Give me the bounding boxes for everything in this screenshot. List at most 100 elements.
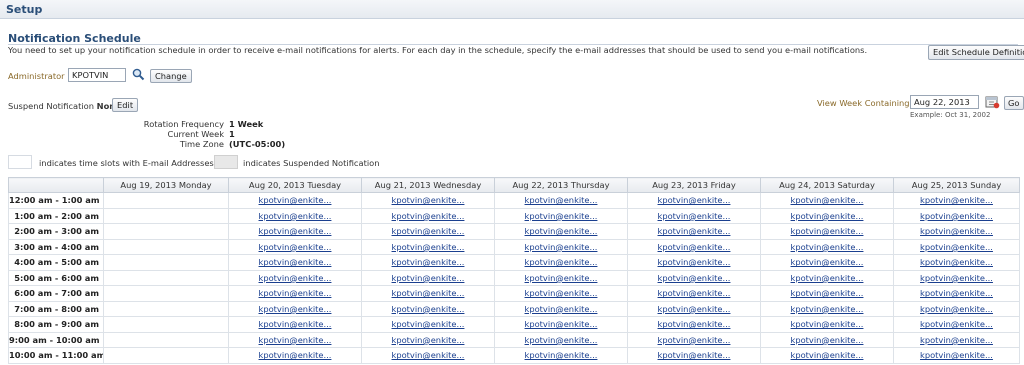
email-link[interactable]: kpotvin@enkite... <box>525 273 598 283</box>
email-link[interactable]: kpotvin@enkite... <box>658 350 731 360</box>
schedule-cell: kpotvin@enkite... <box>494 238 628 255</box>
email-link[interactable]: kpotvin@enkite... <box>259 226 332 236</box>
rotation-frequency-value: 1 Week <box>229 119 264 129</box>
email-link[interactable]: kpotvin@enkite... <box>920 273 993 283</box>
email-link[interactable]: kpotvin@enkite... <box>525 335 598 345</box>
schedule-cell: kpotvin@enkite... <box>361 192 495 209</box>
schedule-cell: kpotvin@enkite... <box>228 300 362 317</box>
view-week-date-input[interactable]: Aug 22, 2013 <box>910 95 979 109</box>
schedule-cell: kpotvin@enkite... <box>760 331 894 348</box>
email-link[interactable]: kpotvin@enkite... <box>920 195 993 205</box>
email-link[interactable]: kpotvin@enkite... <box>791 257 864 267</box>
change-button[interactable]: Change <box>150 69 192 83</box>
email-link[interactable]: kpotvin@enkite... <box>525 350 598 360</box>
schedule-cell: kpotvin@enkite... <box>494 207 628 224</box>
email-link[interactable]: kpotvin@enkite... <box>392 288 465 298</box>
email-link[interactable]: kpotvin@enkite... <box>920 211 993 221</box>
schedule-cell: kpotvin@enkite... <box>627 300 761 317</box>
email-link[interactable]: kpotvin@enkite... <box>920 288 993 298</box>
email-link[interactable]: kpotvin@enkite... <box>525 211 598 221</box>
email-link[interactable]: kpotvin@enkite... <box>791 288 864 298</box>
email-link[interactable]: kpotvin@enkite... <box>791 242 864 252</box>
table-row: 3:00 am - 4:00 am kpotvin@enkite... kpotvi… <box>8 238 1020 255</box>
schedule-cell: kpotvin@enkite... <box>494 269 628 286</box>
schedule-cell: kpotvin@enkite... <box>228 347 362 364</box>
schedule-cell: kpotvin@enkite... <box>760 285 894 302</box>
email-link[interactable]: kpotvin@enkite... <box>920 226 993 236</box>
email-link[interactable]: kpotvin@enkite... <box>525 257 598 267</box>
email-link[interactable]: kpotvin@enkite... <box>658 195 731 205</box>
email-link[interactable]: kpotvin@enkite... <box>525 242 598 252</box>
calendar-icon[interactable] <box>985 95 1000 112</box>
schedule-cell: kpotvin@enkite... <box>627 254 761 271</box>
email-link[interactable]: kpotvin@enkite... <box>791 226 864 236</box>
email-link[interactable]: kpotvin@enkite... <box>920 304 993 314</box>
email-link[interactable]: kpotvin@enkite... <box>658 211 731 221</box>
time-slot-label: 4:00 am - 5:00 am <box>8 254 104 271</box>
email-link[interactable]: kpotvin@enkite... <box>525 304 598 314</box>
email-link[interactable]: kpotvin@enkite... <box>259 288 332 298</box>
schedule-cell: kpotvin@enkite... <box>627 347 761 364</box>
column-header-day: Aug 23, 2013 Friday <box>627 177 761 193</box>
suspend-label-text: Suspend Notification <box>8 101 94 111</box>
email-link[interactable]: kpotvin@enkite... <box>259 257 332 267</box>
schedule-cell <box>103 269 229 286</box>
email-link[interactable]: kpotvin@enkite... <box>259 304 332 314</box>
email-link[interactable]: kpotvin@enkite... <box>392 195 465 205</box>
email-link[interactable]: kpotvin@enkite... <box>259 319 332 329</box>
email-link[interactable]: kpotvin@enkite... <box>920 242 993 252</box>
email-link[interactable]: kpotvin@enkite... <box>791 273 864 283</box>
email-link[interactable]: kpotvin@enkite... <box>392 335 465 345</box>
email-link[interactable]: kpotvin@enkite... <box>658 226 731 236</box>
email-link[interactable]: kpotvin@enkite... <box>392 304 465 314</box>
email-link[interactable]: kpotvin@enkite... <box>791 195 864 205</box>
email-link[interactable]: kpotvin@enkite... <box>791 335 864 345</box>
email-link[interactable]: kpotvin@enkite... <box>259 242 332 252</box>
email-link[interactable]: kpotvin@enkite... <box>791 211 864 221</box>
email-link[interactable]: kpotvin@enkite... <box>658 335 731 345</box>
go-button[interactable]: Go <box>1004 96 1024 110</box>
email-link[interactable]: kpotvin@enkite... <box>920 350 993 360</box>
email-link[interactable]: kpotvin@enkite... <box>259 195 332 205</box>
suspend-edit-button[interactable]: Edit <box>112 98 139 112</box>
email-link[interactable]: kpotvin@enkite... <box>791 304 864 314</box>
email-link[interactable]: kpotvin@enkite... <box>658 288 731 298</box>
schedule-cell: kpotvin@enkite... <box>228 316 362 333</box>
email-link[interactable]: kpotvin@enkite... <box>525 319 598 329</box>
email-link[interactable]: kpotvin@enkite... <box>658 319 731 329</box>
email-link[interactable]: kpotvin@enkite... <box>525 288 598 298</box>
column-header-day: Aug 20, 2013 Tuesday <box>228 177 362 193</box>
email-link[interactable]: kpotvin@enkite... <box>259 211 332 221</box>
administrator-input[interactable]: KPOTVIN <box>68 68 126 82</box>
table-row: 5:00 am - 6:00 am kpotvin@enkite... kpotvi… <box>8 269 1020 286</box>
email-link[interactable]: kpotvin@enkite... <box>525 226 598 236</box>
email-link[interactable]: kpotvin@enkite... <box>392 273 465 283</box>
column-header-time <box>8 177 104 193</box>
email-link[interactable]: kpotvin@enkite... <box>392 350 465 360</box>
email-link[interactable]: kpotvin@enkite... <box>259 273 332 283</box>
schedule-cell: kpotvin@enkite... <box>494 223 628 240</box>
email-link[interactable]: kpotvin@enkite... <box>392 319 465 329</box>
email-link[interactable]: kpotvin@enkite... <box>658 242 731 252</box>
email-link[interactable]: kpotvin@enkite... <box>920 257 993 267</box>
email-link[interactable]: kpotvin@enkite... <box>392 242 465 252</box>
legend-suspended-text: indicates Suspended Notification <box>243 158 380 168</box>
email-link[interactable]: kpotvin@enkite... <box>791 319 864 329</box>
legend-email-text: indicates time slots with E-mail Address… <box>39 158 214 168</box>
email-link[interactable]: kpotvin@enkite... <box>658 304 731 314</box>
email-link[interactable]: kpotvin@enkite... <box>658 273 731 283</box>
schedule-cell: kpotvin@enkite... <box>627 223 761 240</box>
email-link[interactable]: kpotvin@enkite... <box>658 257 731 267</box>
email-link[interactable]: kpotvin@enkite... <box>920 335 993 345</box>
email-link[interactable]: kpotvin@enkite... <box>259 335 332 345</box>
edit-schedule-definition-button[interactable]: Edit Schedule Definition <box>928 45 1024 60</box>
email-link[interactable]: kpotvin@enkite... <box>392 211 465 221</box>
email-link[interactable]: kpotvin@enkite... <box>392 226 465 236</box>
email-link[interactable]: kpotvin@enkite... <box>791 350 864 360</box>
email-link[interactable]: kpotvin@enkite... <box>920 319 993 329</box>
email-link[interactable]: kpotvin@enkite... <box>392 257 465 267</box>
column-header-day: Aug 24, 2013 Saturday <box>760 177 894 193</box>
magnifier-icon[interactable] <box>132 68 145 84</box>
email-link[interactable]: kpotvin@enkite... <box>259 350 332 360</box>
email-link[interactable]: kpotvin@enkite... <box>525 195 598 205</box>
